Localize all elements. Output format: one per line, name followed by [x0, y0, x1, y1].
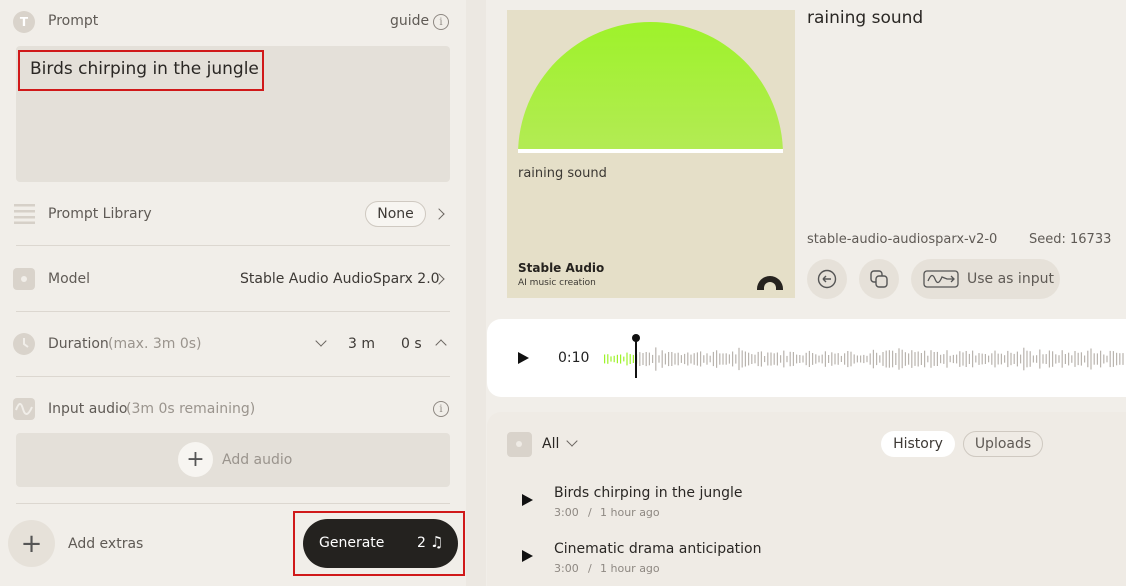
model-select[interactable]: Stable Audio AudioSparx 2.0: [240, 271, 440, 287]
filter-icon[interactable]: [507, 432, 532, 457]
cover-art: raining sound Stable Audio AI music crea…: [507, 10, 795, 298]
history-item-separator: /: [588, 562, 592, 575]
player-time: 0:10: [558, 350, 590, 366]
use-as-input-button[interactable]: Use as input: [911, 259, 1060, 299]
prompt-label: Prompt: [48, 13, 99, 29]
music-note-icon: ♫: [430, 533, 444, 551]
divider: [16, 503, 450, 504]
clock-icon: [13, 333, 35, 355]
cover-title: raining sound: [518, 166, 607, 181]
generate-label: Generate: [319, 535, 385, 551]
history-item-separator: /: [588, 506, 592, 519]
copy-button[interactable]: [859, 259, 899, 299]
cover-brand: Stable Audio: [518, 261, 605, 275]
add-audio-label[interactable]: Add audio: [222, 452, 292, 468]
panel-divider: [466, 0, 486, 586]
add-extras-button[interactable]: +: [8, 520, 55, 567]
history-item-duration: 3:00: [554, 506, 579, 519]
cover-tagline: AI music creation: [518, 278, 596, 288]
track-seed: Seed: 16733: [1029, 232, 1112, 247]
play-icon[interactable]: [522, 550, 533, 562]
waveform-icon: [13, 398, 35, 420]
history-item-title[interactable]: Cinematic drama anticipation: [554, 541, 761, 557]
waveform[interactable]: [604, 339, 1126, 379]
plus-icon[interactable]: +: [178, 442, 213, 477]
copy-icon: [870, 270, 888, 288]
divider: [16, 311, 450, 312]
generate-button[interactable]: Generate 2 ♫: [303, 519, 458, 568]
prompt-input-value[interactable]: Birds chirping in the jungle: [18, 50, 264, 91]
prompt-icon: T: [13, 11, 35, 33]
play-icon[interactable]: [522, 494, 533, 506]
info-icon[interactable]: i: [433, 14, 449, 30]
playhead[interactable]: [632, 334, 640, 378]
duration-seconds[interactable]: 0 s: [401, 336, 422, 352]
history-item-title[interactable]: Birds chirping in the jungle: [554, 485, 743, 501]
cover-line: [518, 149, 783, 153]
tab-uploads[interactable]: Uploads: [963, 431, 1043, 457]
model-label: Model: [48, 271, 91, 287]
waveform-input-icon: [923, 270, 959, 288]
duration-minutes[interactable]: 3 m: [348, 336, 375, 352]
prompt-library-select[interactable]: None: [365, 201, 426, 227]
use-as-input-label: Use as input: [967, 271, 1054, 287]
duration-label: Duration: [48, 336, 109, 352]
chevron-up-icon[interactable]: [435, 339, 447, 351]
divider: [16, 376, 450, 377]
duration-hint: (max. 3m 0s): [108, 336, 202, 352]
add-extras-label[interactable]: Add extras: [68, 536, 143, 552]
guide-link[interactable]: guide: [390, 13, 429, 29]
input-audio-hint: (3m 0s remaining): [126, 401, 256, 417]
divider: [16, 245, 450, 246]
chevron-right-icon[interactable]: [433, 208, 445, 220]
model-icon: [13, 268, 35, 290]
input-audio-label: Input audio: [48, 401, 128, 417]
chevron-down-icon[interactable]: [315, 335, 327, 347]
settings-panel: T Prompt guide i Birds chirping in the j…: [0, 0, 466, 586]
tab-history[interactable]: History: [881, 431, 955, 457]
generate-count: 2: [417, 535, 426, 551]
track-title: raining sound: [807, 8, 924, 28]
filter-select[interactable]: All: [542, 436, 559, 452]
prompt-library-label: Prompt Library: [48, 206, 152, 222]
play-icon[interactable]: [518, 352, 529, 364]
history-item-duration: 3:00: [554, 562, 579, 575]
track-model-id: stable-audio-audiosparx-v2-0: [807, 232, 998, 247]
history-item-time-ago: 1 hour ago: [600, 506, 660, 519]
library-icon: [14, 204, 35, 224]
arrow-left-circle-icon: [817, 269, 837, 289]
back-button[interactable]: [807, 259, 847, 299]
history-item-time-ago: 1 hour ago: [600, 562, 660, 575]
info-icon[interactable]: i: [433, 401, 449, 417]
